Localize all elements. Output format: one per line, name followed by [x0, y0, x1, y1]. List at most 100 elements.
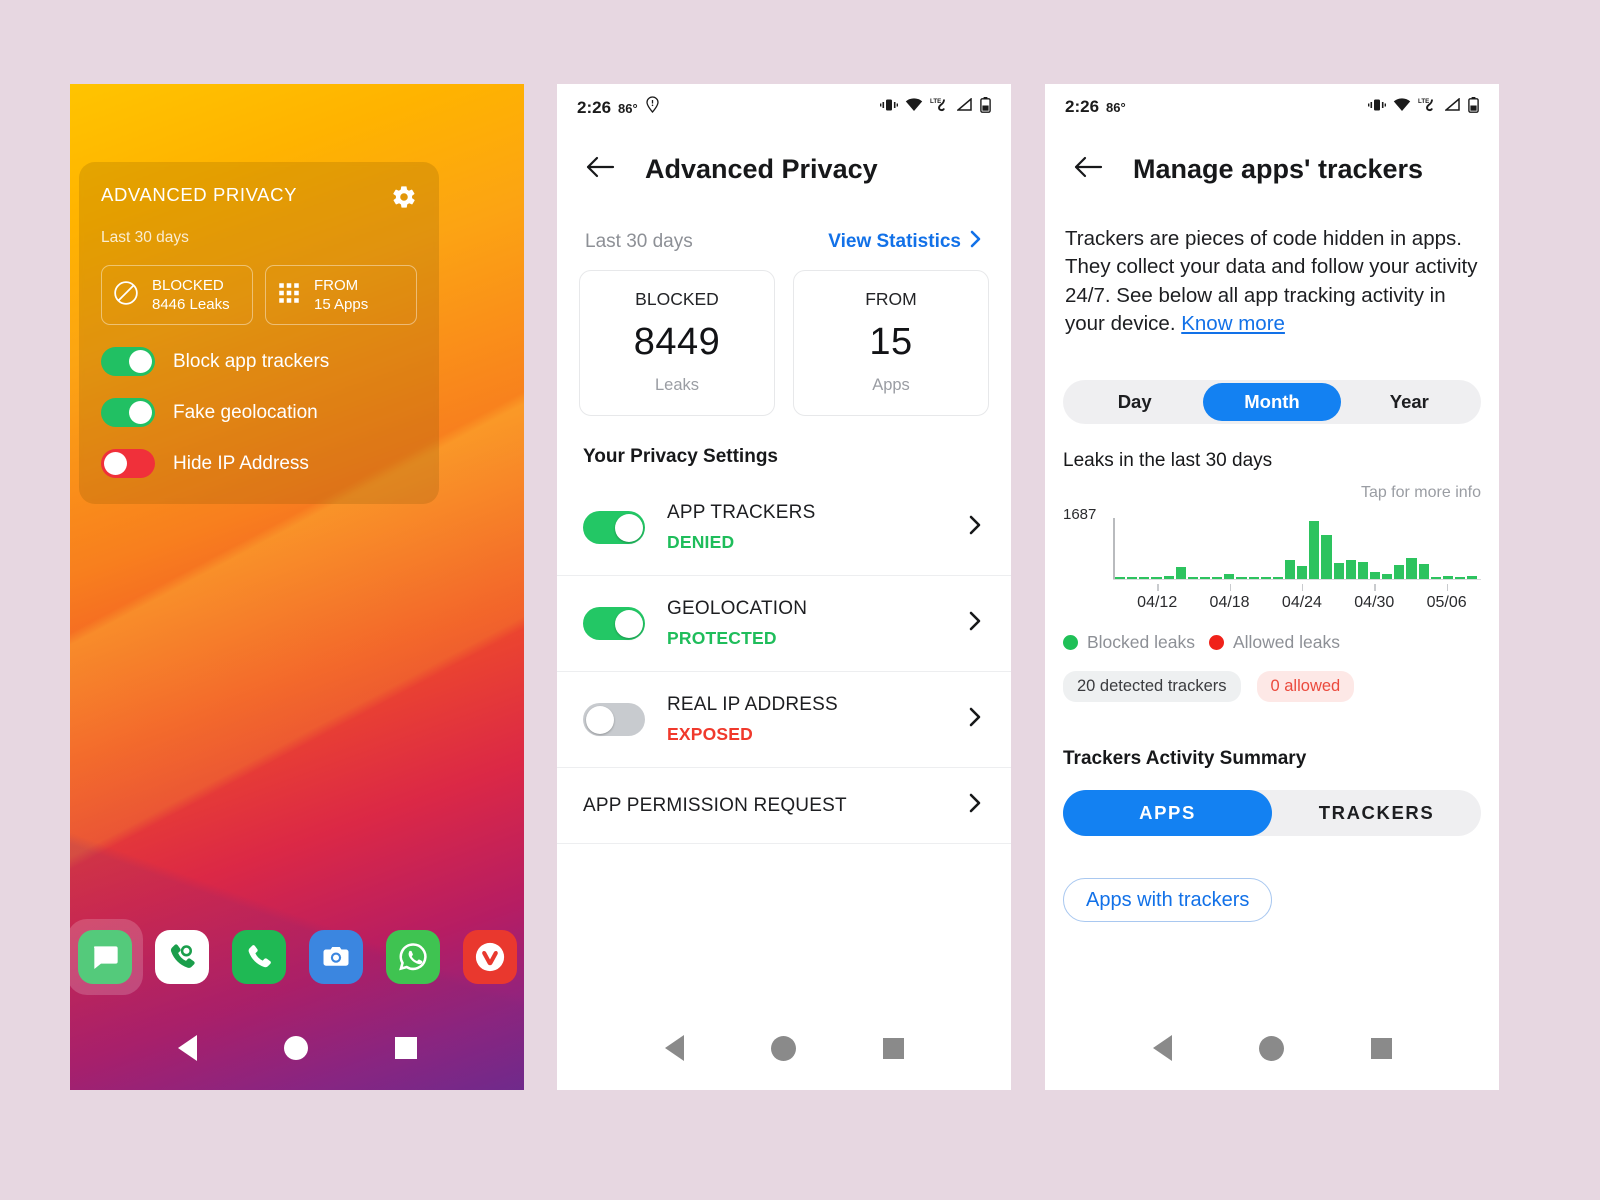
range-tab-day[interactable]: Day — [1066, 383, 1203, 421]
chart-bar — [1467, 575, 1478, 580]
navigation-bar — [1045, 1006, 1499, 1090]
chart-bar — [1357, 562, 1368, 580]
tile-unit-from: Apps — [334, 296, 369, 314]
tile-value-from: 15 — [314, 296, 331, 314]
chart-bar — [1454, 576, 1466, 580]
status-time: 2:26 — [577, 98, 612, 117]
apps-with-trackers-button[interactable]: Apps with trackers — [1063, 878, 1273, 923]
chart-bar — [1430, 577, 1441, 580]
summary-heading: Trackers Activity Summary — [1063, 748, 1307, 770]
widget-toggle-row-fake-geolocation[interactable]: Fake geolocation — [101, 398, 417, 428]
legend-item-allowed-leaks: Allowed leaks — [1208, 632, 1340, 653]
summary-tab-trackers[interactable]: TRACKERS — [1272, 790, 1481, 836]
period-label: Last 30 days — [585, 231, 693, 252]
chart-bar — [1175, 566, 1186, 580]
chart-heading: Leaks in the last 30 days — [1063, 450, 1273, 472]
legend-dot-green-icon — [1063, 635, 1078, 651]
gear-icon[interactable] — [391, 184, 417, 215]
svg-text:LTE: LTE — [1418, 98, 1429, 105]
chevron-right-icon[interactable] — [967, 792, 983, 819]
back-icon[interactable] — [177, 1035, 197, 1061]
summary-tab-apps[interactable]: APPS — [1063, 790, 1272, 837]
chip-detected-trackers[interactable]: 20 detected trackers — [1063, 671, 1241, 703]
chart-x-labels: 04/12 04/18 04/24 04/30 05/06 — [1063, 584, 1481, 616]
legend-item-blocked-leaks: Blocked leaks — [1063, 632, 1195, 653]
chevron-right-icon[interactable] — [967, 706, 983, 733]
widget-toggle-row-block-app-trackers[interactable]: Block app trackers — [101, 347, 417, 377]
recents-icon[interactable] — [1370, 1037, 1392, 1059]
setting-title-app-permission-request: APP PERMISSION REQUEST — [583, 794, 847, 816]
toggle-real-ip-address[interactable] — [583, 703, 645, 736]
setting-status-app-trackers: DENIED — [667, 532, 735, 552]
status-time: 2:26 — [1065, 97, 1100, 116]
chart-x-tick-label: 04/12 — [1137, 594, 1178, 612]
signal-icon — [955, 97, 973, 117]
recents-icon[interactable] — [394, 1037, 417, 1059]
setting-row-real-ip-address[interactable]: REAL IP ADDRESS EXPOSED — [557, 672, 1011, 768]
privacy-settings-list: APP TRACKERS DENIED GEOLOCATION PROTECTE… — [557, 480, 1011, 844]
stat-label-from: FROM — [865, 289, 917, 309]
toggle-hide-ip-address[interactable] — [101, 449, 155, 479]
recents-icon[interactable] — [882, 1037, 904, 1059]
setting-title-geolocation: GEOLOCATION — [667, 598, 808, 619]
phone-icon[interactable] — [231, 930, 286, 984]
setting-row-app-permission-request[interactable]: APP PERMISSION REQUEST — [557, 768, 1011, 844]
lte-call-icon: LTE — [930, 97, 950, 118]
widget-tile-blocked[interactable]: BLOCKED 8446 Leaks — [101, 265, 253, 326]
home-icon[interactable] — [1258, 1035, 1284, 1061]
leaks-bar-chart[interactable]: 1687 — [1063, 506, 1481, 592]
chart-bar — [1115, 577, 1126, 580]
range-tab-year[interactable]: Year — [1341, 383, 1478, 421]
signal-icon — [1443, 97, 1461, 117]
phone-screen-home: 2:25 86° LTE — [70, 84, 524, 1090]
stat-card-blocked[interactable]: BLOCKED 8449 Leaks — [579, 270, 775, 416]
toggle-app-trackers[interactable] — [583, 511, 645, 544]
navigation-bar — [70, 1006, 524, 1090]
chart-bar — [1284, 559, 1296, 580]
setting-row-geolocation[interactable]: GEOLOCATION PROTECTED — [557, 576, 1011, 672]
toggle-label-block-app-trackers: Block app trackers — [173, 350, 330, 372]
chip-allowed[interactable]: 0 allowed — [1256, 671, 1355, 703]
setting-status-real-ip-address: EXPOSED — [667, 724, 754, 744]
messages-icon[interactable] — [70, 919, 143, 995]
home-icon[interactable] — [283, 1036, 308, 1060]
know-more-link[interactable]: Know more — [1181, 312, 1285, 335]
chart-bar — [1248, 577, 1259, 580]
settings-heading: Your Privacy Settings — [583, 446, 778, 467]
widget-toggle-row-hide-ip-address[interactable]: Hide IP Address — [101, 449, 417, 479]
advanced-privacy-widget[interactable]: ADVANCED PRIVACY Last 30 days BLOCKED 84… — [79, 162, 439, 505]
stat-card-from[interactable]: FROM 15 Apps — [793, 270, 989, 416]
home-icon[interactable] — [770, 1035, 796, 1061]
chart-x-tick-label: 04/24 — [1281, 594, 1322, 612]
period-row: Last 30 days View Statistics — [557, 229, 1011, 255]
toggle-fake-geolocation[interactable] — [101, 398, 155, 428]
vivaldi-icon[interactable] — [462, 930, 517, 984]
back-arrow-icon[interactable] — [1073, 154, 1103, 185]
chevron-right-icon[interactable] — [967, 610, 983, 637]
whatsapp-icon[interactable] — [385, 930, 440, 984]
toggle-geolocation[interactable] — [583, 607, 645, 640]
back-icon[interactable] — [664, 1035, 684, 1061]
toggle-block-app-trackers[interactable] — [101, 347, 155, 377]
camera-icon[interactable] — [308, 930, 363, 984]
chevron-right-icon[interactable] — [967, 514, 983, 541]
app-bar: Advanced Privacy — [557, 130, 1011, 185]
tile-label-from: FROM — [314, 277, 359, 294]
widget-tile-from[interactable]: FROM 15 Apps — [265, 265, 417, 326]
contacts-icon[interactable] — [154, 930, 209, 984]
setting-row-app-trackers[interactable]: APP TRACKERS DENIED — [557, 480, 1011, 576]
back-arrow-icon[interactable] — [585, 154, 615, 185]
legend-dot-red-icon — [1208, 635, 1224, 651]
page-title: Manage apps' trackers — [1133, 154, 1424, 184]
svg-text:LTE: LTE — [930, 98, 941, 105]
chart-bar — [1321, 535, 1332, 580]
page-title: Advanced Privacy — [645, 154, 878, 184]
view-statistics-link[interactable]: View Statistics — [828, 229, 983, 255]
chart-x-tick-label: 04/18 — [1209, 594, 1250, 612]
phone-screen-manage-trackers: 2:26 86° LTE Manage apps' trackers Track… — [1045, 84, 1499, 1090]
back-icon[interactable] — [1152, 1035, 1172, 1061]
range-tab-month[interactable]: Month — [1203, 383, 1341, 422]
chart-bar — [1151, 577, 1162, 580]
stat-cards: BLOCKED 8449 Leaks FROM 15 Apps — [557, 270, 1011, 416]
chart-bar — [1406, 558, 1417, 580]
